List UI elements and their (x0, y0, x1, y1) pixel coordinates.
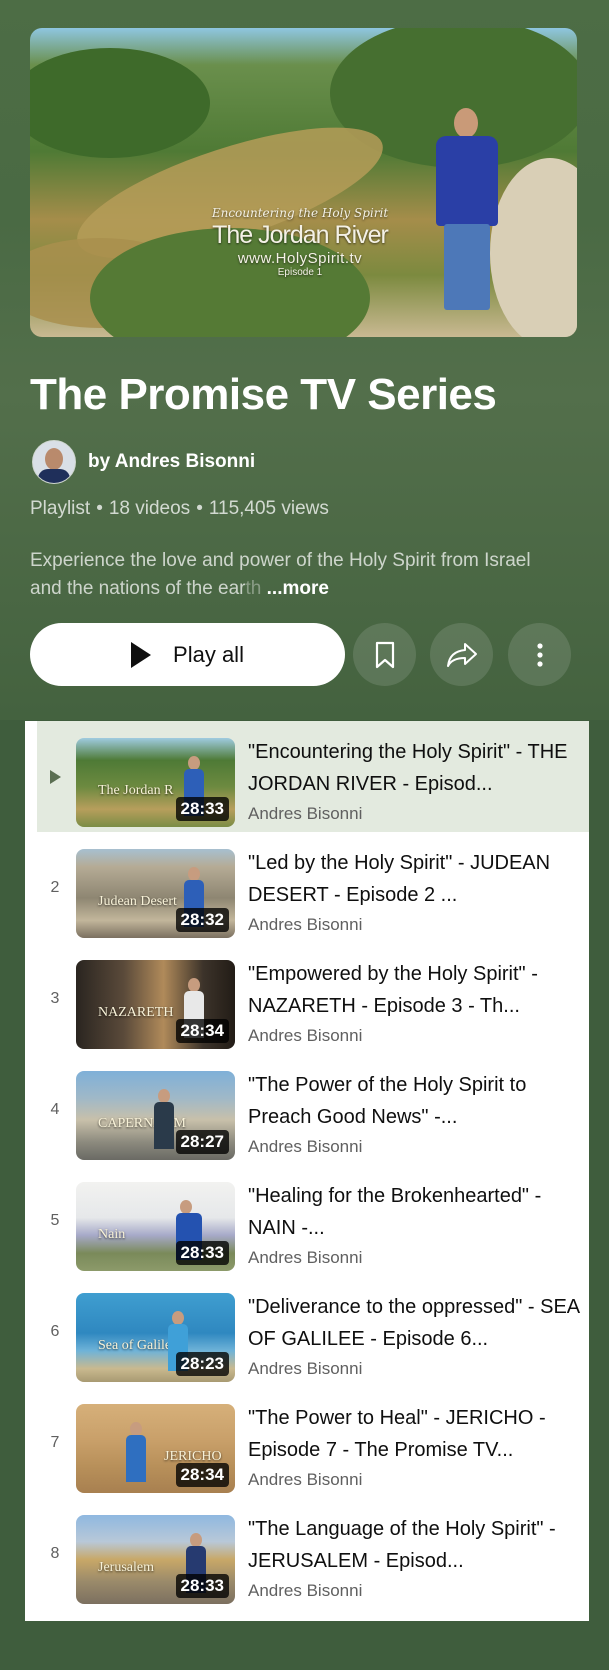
save-playlist-button[interactable] (353, 623, 416, 686)
video-channel[interactable]: Andres Bisonni (248, 1026, 362, 1046)
video-channel[interactable]: Andres Bisonni (248, 804, 362, 824)
video-thumbnail[interactable]: NAZARETH 28:34 (76, 960, 235, 1049)
video-thumbnail[interactable]: Nain 28:33 (76, 1182, 235, 1271)
video-channel[interactable]: Andres Bisonni (248, 1137, 362, 1157)
playlist-header: Encountering the Holy Spirit The Jordan … (0, 0, 609, 720)
duration-badge: 28:34 (175, 1019, 229, 1043)
list-item[interactable]: 3 NAZARETH 28:34 "Empowered by the Holy … (37, 943, 589, 1054)
playlist-title: The Promise TV Series (30, 370, 497, 419)
video-channel[interactable]: Andres Bisonni (248, 1359, 362, 1379)
author-row[interactable]: by Andres Bisonni (32, 440, 255, 484)
duration-badge: 28:27 (175, 1130, 229, 1154)
thumbnail-episode: Episode 1 (277, 267, 323, 278)
share-button[interactable] (430, 623, 493, 686)
video-thumbnail[interactable]: JERICHO 28:34 (76, 1404, 235, 1493)
list-item[interactable]: 6 Sea of Galilee 28:23 "Deliverance to t… (37, 1276, 589, 1387)
list-item[interactable]: 2 Judean Desert 28:32 "Led by the Holy S… (37, 832, 589, 943)
avatar[interactable] (32, 440, 76, 484)
play-icon (131, 641, 152, 668)
thumbnail-subtitle: Encountering the Holy Spirit (211, 206, 389, 220)
video-thumbnail[interactable]: The Jordan R 28:33 (76, 738, 235, 827)
duration-badge: 28:33 (175, 1574, 229, 1598)
video-index: 5 (50, 1211, 60, 1229)
video-title[interactable]: "Encountering the Holy Spirit" - THE JOR… (248, 736, 583, 800)
playlist-thumbnail[interactable]: Encountering the Holy Spirit The Jordan … (30, 28, 577, 337)
list-item[interactable]: 5 Nain 28:33 "Healing for the Brokenhear… (37, 1165, 589, 1276)
share-icon (446, 642, 477, 667)
video-thumbnail[interactable]: Judean Desert 28:32 (76, 849, 235, 938)
video-channel[interactable]: Andres Bisonni (248, 1248, 362, 1268)
more-vert-icon (536, 642, 543, 667)
video-index: 8 (50, 1544, 60, 1562)
more-link[interactable]: ...more (267, 578, 329, 599)
duration-badge: 28:23 (175, 1352, 229, 1376)
playlist-description[interactable]: Experience the love and power of the Hol… (30, 547, 560, 603)
thumbnail-overlay-text: Encountering the Holy Spirit The Jordan … (200, 206, 400, 278)
video-thumbnail[interactable]: CAPERNAUM 28:27 (76, 1071, 235, 1160)
scenery-bush (30, 48, 210, 158)
video-thumbnail[interactable]: Sea of Galilee 28:23 (76, 1293, 235, 1382)
video-title[interactable]: "The Power to Heal" - JERICHO - Episode … (248, 1402, 583, 1466)
video-title[interactable]: "Empowered by the Holy Spirit" - NAZARET… (248, 958, 583, 1022)
video-title[interactable]: "The Language of the Holy Spirit" - JERU… (248, 1513, 583, 1577)
video-channel[interactable]: Andres Bisonni (248, 1470, 362, 1490)
list-item[interactable]: 7 JERICHO 28:34 "The Power to Heal" - JE… (37, 1387, 589, 1498)
playlist-video-list: The Jordan R 28:33 "Encountering the Hol… (25, 721, 589, 1621)
video-title[interactable]: "Led by the Holy Spirit" - JUDEAN DESERT… (248, 847, 583, 911)
video-index: 2 (50, 878, 60, 896)
duration-badge: 28:33 (175, 797, 229, 821)
list-item[interactable]: 4 CAPERNAUM 28:27 "The Power of the Holy… (37, 1054, 589, 1165)
video-index: 7 (50, 1433, 60, 1451)
meta-type: Playlist (30, 498, 91, 519)
bookmark-icon (375, 641, 394, 668)
video-index: 6 (50, 1322, 60, 1340)
more-actions-button[interactable] (508, 623, 571, 686)
thumbnail-title: The Jordan River (212, 221, 389, 249)
video-index: 3 (50, 989, 60, 1007)
author-name[interactable]: by Andres Bisonni (88, 451, 255, 473)
video-thumbnail[interactable]: Jerusalem 28:33 (76, 1515, 235, 1604)
meta-video-count: 18 videos (108, 498, 191, 519)
duration-badge: 28:32 (175, 908, 229, 932)
list-item[interactable]: The Jordan R 28:33 "Encountering the Hol… (37, 721, 589, 832)
video-title[interactable]: "Healing for the Brokenhearted" - NAIN -… (248, 1180, 583, 1244)
video-channel[interactable]: Andres Bisonni (248, 1581, 362, 1601)
duration-badge: 28:34 (175, 1463, 229, 1487)
now-playing-indicator (37, 721, 73, 832)
play-arrow-icon (49, 769, 61, 784)
video-title[interactable]: "Deliverance to the oppressed" - SEA OF … (248, 1291, 583, 1355)
meta-view-count: 115,405 views (208, 498, 329, 519)
video-index: 4 (50, 1100, 60, 1118)
thumbnail-url: www.HolySpirit.tv (237, 250, 363, 267)
playlist-meta: Playlist • 18 videos • 115,405 views (30, 498, 329, 519)
list-item[interactable]: 8 Jerusalem 28:33 "The Language of the H… (37, 1498, 589, 1609)
video-title[interactable]: "The Power of the Holy Spirit to Preach … (248, 1069, 583, 1133)
play-all-label: Play all (173, 641, 244, 667)
play-all-button[interactable]: Play all (30, 623, 345, 686)
duration-badge: 28:33 (175, 1241, 229, 1265)
presenter-figure (422, 88, 512, 318)
video-channel[interactable]: Andres Bisonni (248, 915, 362, 935)
